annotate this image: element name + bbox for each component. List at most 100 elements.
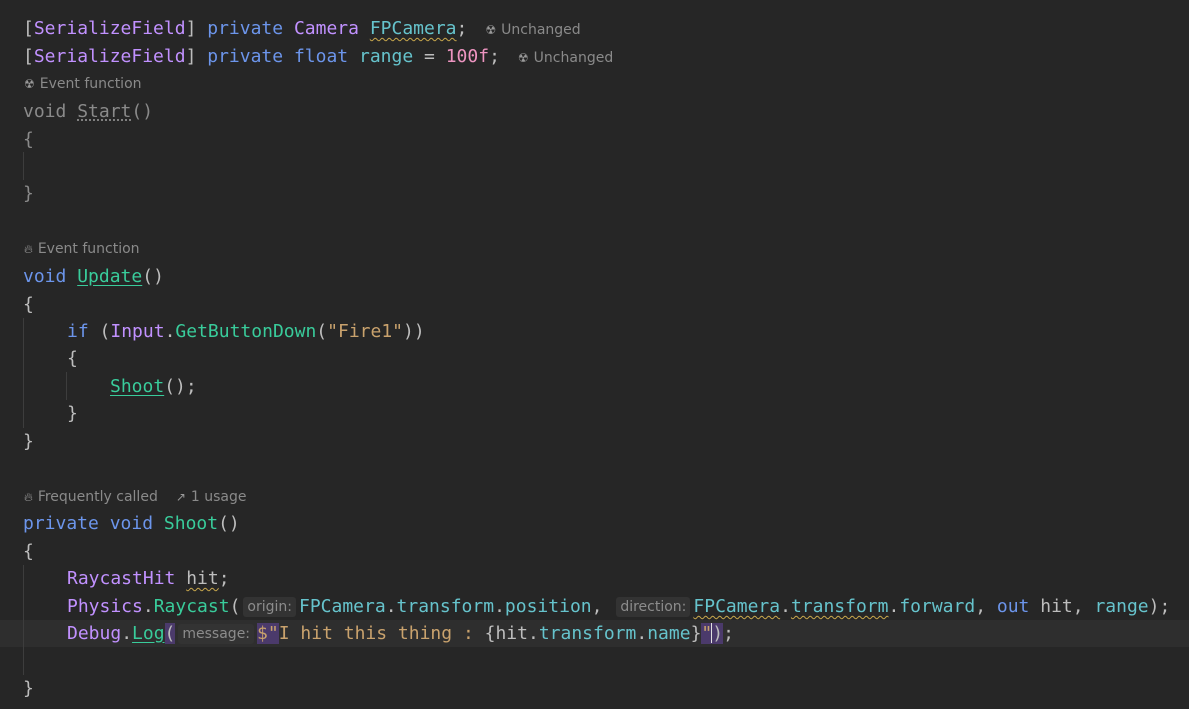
hint-label: Unchanged — [533, 50, 614, 66]
token: ( — [164, 623, 176, 644]
keyword: out — [996, 596, 1030, 617]
code-line-brace[interactable]: { — [67, 345, 78, 372]
keyword: float — [293, 46, 349, 67]
usage-hint[interactable]: ↗ 1 usage — [176, 489, 247, 505]
variable-name: hit — [186, 568, 219, 589]
string-literal: $" — [257, 623, 279, 644]
external-link-icon: ↗ — [175, 490, 186, 504]
unity-icon: ☢ — [485, 23, 497, 37]
code-line-brace[interactable]: } — [23, 428, 34, 455]
token: ( — [316, 321, 328, 342]
code-line-brace[interactable]: { — [23, 291, 34, 318]
token: ] — [185, 46, 197, 67]
code-line-brace[interactable]: { — [23, 538, 34, 565]
keyword: private — [23, 513, 99, 534]
field-name: range — [358, 46, 414, 67]
parameter-hint: message: — [178, 624, 255, 644]
method-name: Start — [77, 101, 132, 122]
type-name: Debug — [67, 623, 122, 644]
string-literal: I hit this thing : — [278, 623, 485, 644]
hint-label: Frequently called — [37, 489, 158, 505]
property-name: position — [504, 596, 592, 617]
token: = — [424, 46, 435, 67]
flame-icon: 🔥︎ — [24, 490, 33, 504]
property-name: name — [647, 623, 691, 644]
method-name[interactable]: Shoot — [110, 376, 164, 397]
method-name: Shoot — [163, 513, 219, 534]
token: { — [23, 129, 34, 150]
token: , — [591, 596, 603, 617]
unchanged-hint[interactable]: ☢ Unchanged — [518, 50, 613, 66]
token: } — [67, 403, 78, 424]
code-line-2[interactable]: [SerializeField] private float range = 1… — [23, 43, 613, 70]
code-line-brace[interactable]: } — [23, 180, 34, 207]
flame-icon: 🔥︎ — [24, 242, 33, 256]
number-literal: 100f — [445, 46, 490, 67]
indent-guide — [23, 318, 24, 428]
unchanged-hint[interactable]: ☢ Unchanged — [485, 22, 580, 38]
variable-name: hit — [1040, 596, 1073, 617]
hint-label: Event function — [39, 76, 142, 92]
field-name: range — [1094, 596, 1149, 617]
unity-icon: ☢ — [517, 51, 529, 65]
token: { — [23, 541, 34, 562]
shoot-hints: 🔥︎ Frequently called ↗ 1 usage — [24, 486, 247, 508]
keyword: if — [67, 321, 89, 342]
token: (); — [164, 376, 197, 397]
method-name: Log — [132, 623, 165, 644]
keyword: private — [207, 18, 284, 39]
token: ); — [1148, 596, 1171, 617]
unity-icon: ☢ — [24, 77, 35, 91]
code-line-brace[interactable]: } — [23, 675, 34, 702]
token: ] — [185, 18, 197, 39]
token: , — [1072, 596, 1084, 617]
keyword: private — [207, 46, 284, 67]
type-name: Physics — [67, 596, 143, 617]
field-name: FPCamera — [369, 18, 457, 39]
keyword: void — [109, 513, 154, 534]
code-line-1[interactable]: [SerializeField] private Camera FPCamera… — [23, 15, 581, 42]
token: , — [975, 596, 987, 617]
property-name: transform — [538, 623, 637, 644]
token: } — [23, 678, 34, 699]
token: ( — [229, 596, 241, 617]
parameter-hint: origin: — [243, 597, 296, 617]
token: ; — [456, 18, 468, 39]
code-line-brace[interactable]: { — [23, 126, 34, 153]
event-function-hint[interactable]: ☢ Event function — [24, 73, 142, 95]
code-line-update-signature[interactable]: void Update() — [23, 263, 164, 290]
code-editor[interactable]: [SerializeField] private Camera FPCamera… — [0, 0, 1189, 709]
code-line-if[interactable]: if (Input.GetButtonDown("Fire1")) — [67, 318, 425, 345]
parameter-hint: direction: — [616, 597, 691, 617]
token: ) — [712, 623, 724, 644]
token: } — [690, 623, 702, 644]
variable-name: hit — [495, 623, 528, 644]
indent-guide — [66, 372, 67, 400]
token: { — [23, 294, 34, 315]
indent-guide — [23, 152, 24, 180]
token: () — [142, 266, 164, 287]
hint-label: Unchanged — [501, 22, 581, 38]
hint-label: Event function — [37, 241, 140, 257]
token: { — [484, 623, 496, 644]
code-line-shoot-call[interactable]: Shoot(); — [110, 373, 197, 400]
token: } — [23, 183, 34, 204]
token: } — [23, 431, 34, 452]
frequently-called-hint[interactable]: 🔥︎ Frequently called — [24, 489, 158, 505]
code-line-start-signature[interactable]: void Start() — [23, 98, 153, 125]
type-name: Camera — [293, 18, 359, 39]
code-line-shoot-signature[interactable]: private void Shoot() — [23, 510, 240, 537]
code-line-debug-log[interactable]: Debug.Log(message: $"I hit this thing : {… — [67, 620, 734, 647]
method-name: GetButtonDown — [175, 321, 317, 342]
indent-guide — [23, 565, 24, 675]
code-line-physics-raycast[interactable]: Physics.Raycast(origin: FPCamera.transfor… — [67, 593, 1170, 620]
code-line-brace[interactable]: } — [67, 400, 78, 427]
attribute-name: SerializeField — [33, 18, 186, 39]
event-function-hint[interactable]: 🔥︎ Event function — [24, 238, 140, 260]
string-literal: "Fire1" — [327, 321, 403, 342]
type-name: RaycastHit — [67, 568, 176, 589]
token: () — [218, 513, 240, 534]
code-line-raycasthit[interactable]: RaycastHit hit; — [67, 565, 230, 592]
token: [ — [23, 18, 34, 39]
method-name: Raycast — [153, 596, 230, 617]
